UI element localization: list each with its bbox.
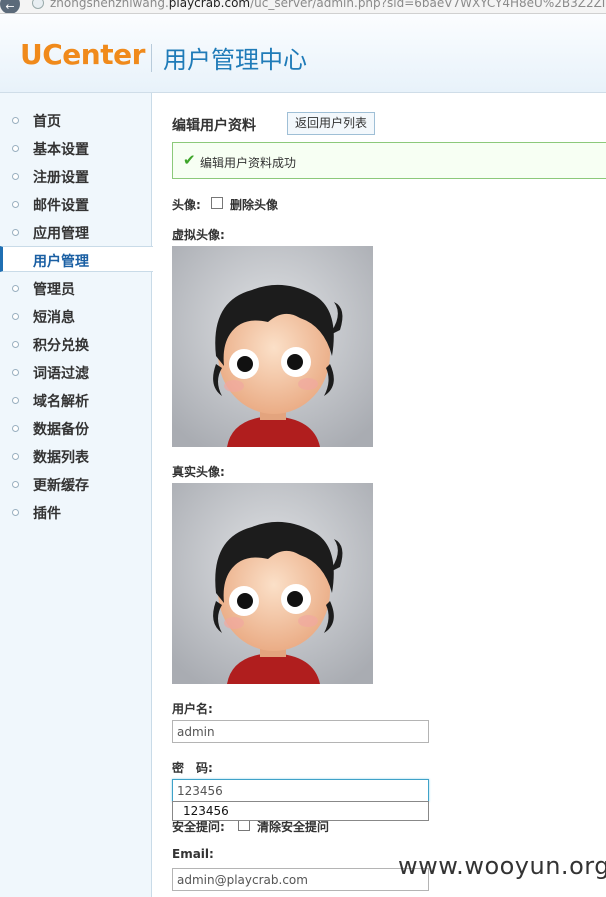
browser-url-bar[interactable]: ← zhongshenzhiwang.playcrab.com/uc_serve… [0,0,606,14]
sidebar-item-domain-resolution[interactable]: 域名解析 [0,386,152,414]
username-input[interactable]: admin [172,720,429,743]
sidebar-item-label: 数据备份 [33,422,89,438]
bullet-icon [12,229,19,236]
virtual-avatar-label: 虚拟头像: [172,228,225,242]
email-input[interactable]: admin@playcrab.com [172,868,429,891]
sidebar-item-app-management[interactable]: 应用管理 [0,218,152,246]
sidebar-item-label: 用户管理 [33,254,89,270]
bullet-icon [12,453,19,460]
url-text[interactable]: zhongshenzhiwang.playcrab.com/uc_server/… [50,0,606,10]
sidebar-item-label: 短消息 [33,310,75,326]
sidebar-item-update-cache[interactable]: 更新缓存 [0,470,152,498]
sidebar-item-label: 积分兑换 [33,338,89,354]
sidebar-item-home[interactable]: 首页 [0,106,152,134]
back-arrow-icon[interactable]: ← [0,0,20,13]
sidebar-item-label: 词语过滤 [33,366,89,382]
password-input[interactable]: 123456 [172,779,429,802]
bullet-icon [12,145,19,152]
url-host: playcrab.com [168,0,251,10]
globe-icon [32,0,44,9]
sidebar-item-data-list[interactable]: 数据列表 [0,442,152,470]
page-title: 编辑用户资料 [172,118,256,134]
success-message: 编辑用户资料成功 [200,156,297,170]
virtual-avatar-image [172,246,373,447]
sidebar: 首页 基本设置 注册设置 邮件设置 应用管理 用户管理 管理员 短消息 积分兑换… [0,93,153,897]
main-content: 编辑用户资料 返回用户列表 ✔ 编辑用户资料成功 头像: 删除头像 虚拟头像: [152,93,606,897]
sidebar-item-basic-settings[interactable]: 基本设置 [0,134,152,162]
sidebar-item-messages[interactable]: 短消息 [0,302,152,330]
sidebar-item-register-settings[interactable]: 注册设置 [0,162,152,190]
success-message-box: ✔ 编辑用户资料成功 [172,142,606,179]
url-path: /uc_server/admin.php?sid=6baeV7WXYCY4H8e… [250,0,606,10]
avatar-label: 头像: [172,198,201,212]
sidebar-item-administrators[interactable]: 管理员 [0,274,152,302]
bullet-icon [12,425,19,432]
sidebar-item-data-backup[interactable]: 数据备份 [0,414,152,442]
email-label: Email: [172,847,214,861]
sidebar-item-plugins[interactable]: 插件 [0,498,152,526]
sidebar-item-label: 数据列表 [33,450,89,466]
sidebar-item-user-management[interactable]: 用户管理 [0,246,153,272]
sidebar-item-label: 管理员 [33,282,75,298]
password-label: 密 码: [172,761,213,775]
sidebar-item-label: 更新缓存 [33,478,89,494]
bullet-icon [12,509,19,516]
sidebar-item-label: 首页 [33,114,61,130]
bullet-icon [12,397,19,404]
bullet-icon [12,201,19,208]
bullet-icon [12,173,19,180]
sidebar-item-label: 邮件设置 [33,198,89,214]
bullet-icon [12,341,19,348]
sidebar-item-label: 注册设置 [33,170,89,186]
real-avatar-image [172,483,373,684]
url-prefix: zhongshenzhiwang. [50,0,169,10]
cartoon-face-icon [172,483,373,684]
checkmark-icon: ✔ [183,151,196,169]
sidebar-item-credit-exchange[interactable]: 积分兑换 [0,330,152,358]
bullet-icon [12,313,19,320]
app-title: 用户管理中心 [163,46,307,74]
username-label: 用户名: [172,702,213,716]
delete-avatar-checkbox[interactable] [211,197,223,209]
sidebar-item-word-filter[interactable]: 词语过滤 [0,358,152,386]
real-avatar-label: 真实头像: [172,465,225,479]
app-header: UCenter 用户管理中心 [0,14,606,93]
autocomplete-suggestion[interactable]: 123456 [172,801,429,821]
sidebar-item-label: 域名解析 [33,394,89,410]
bullet-icon [12,481,19,488]
bullet-icon [12,369,19,376]
watermark: www.wooyun.org [398,852,606,880]
sidebar-item-label: 基本设置 [33,142,89,158]
bullet-icon [12,117,19,124]
delete-avatar-label: 删除头像 [230,198,279,212]
ucenter-logo: UCenter [20,38,145,71]
sidebar-item-mail-settings[interactable]: 邮件设置 [0,190,152,218]
back-to-user-list-button[interactable]: 返回用户列表 [287,112,375,135]
header-divider [151,44,152,72]
bullet-icon [12,285,19,292]
cartoon-face-icon [172,246,373,447]
sidebar-item-label: 插件 [33,506,61,522]
sidebar-item-label: 应用管理 [33,226,89,242]
